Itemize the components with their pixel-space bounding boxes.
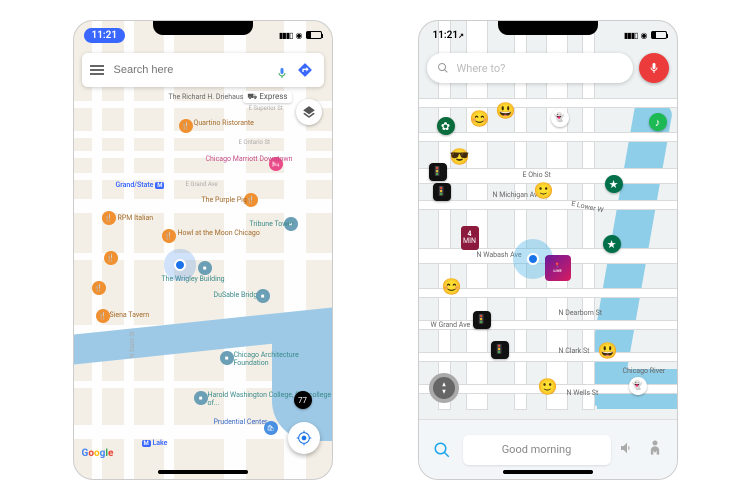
poi-food-generic-1[interactable] — [104, 251, 118, 265]
wazer-icon[interactable]: 😊 — [471, 109, 489, 127]
wazer-icon-5[interactable]: 😊 — [443, 277, 461, 295]
poi-howl-label: Howl at the Moon Chicago — [178, 229, 260, 237]
spotify-button[interactable]: ♪ — [649, 113, 667, 131]
street-n-dearborn: N Dearborn St — [559, 309, 603, 317]
status-time: 11:21↗ — [429, 28, 468, 43]
speed-badge: 4 MIN — [461, 226, 479, 250]
hazard-icon-3[interactable]: 🚦 — [473, 311, 491, 329]
compass-button[interactable] — [429, 373, 459, 403]
express-chip[interactable]: Express — [243, 91, 291, 103]
google-maps-phone: The Richard H. Driehaus Museum Quartino … — [73, 20, 333, 480]
poi-food-generic-2[interactable] — [92, 281, 106, 295]
user-location-dot — [174, 259, 186, 271]
search-icon — [437, 62, 449, 74]
transit-grand-state[interactable]: Grand/State M — [116, 181, 165, 189]
street-n-wells: N Wells St — [567, 389, 599, 397]
mic-icon[interactable] — [276, 64, 288, 76]
layers-button[interactable] — [296, 99, 322, 125]
status-bar: 11:21 — [74, 21, 332, 49]
poi-quartino-pin[interactable] — [179, 119, 193, 133]
transit-lake[interactable]: M Lake — [142, 439, 168, 447]
street-n-state: N State St — [128, 331, 135, 358]
poi-marriott-label: Chicago Marriott Downtown — [206, 155, 293, 163]
street-w-grand: W Grand Ave — [431, 321, 471, 329]
notch — [153, 21, 253, 35]
wazer-icon-8[interactable]: 👻 — [629, 377, 647, 395]
recenter-button[interactable] — [288, 422, 320, 454]
poi-starbucks-icon-2[interactable]: ★ — [603, 235, 621, 253]
poi-wholefoods-icon[interactable]: ✿ — [437, 117, 455, 135]
poi-tribune-label: Tribune Tower — [250, 220, 294, 228]
search-button[interactable] — [429, 437, 455, 463]
poi-starbucks-icon-1[interactable]: ★ — [605, 175, 623, 193]
poi-rpm-pin[interactable] — [102, 211, 116, 225]
street-e-grand: E Grand Ave — [186, 181, 218, 188]
poi-howl-pin[interactable] — [162, 229, 176, 243]
waze-phone: E Ohio St N Michigan Ave E Lower W N Wab… — [418, 20, 678, 480]
street-e-ohio: E Ohio St — [523, 171, 551, 179]
poi-prudential-label: Prudential Center — [214, 418, 268, 426]
directions-icon[interactable] — [294, 59, 316, 81]
wazer-icon-2[interactable]: 👻 — [551, 109, 569, 127]
wazer-icon-3[interactable]: 😎 — [451, 147, 469, 165]
menu-icon[interactable] — [90, 65, 104, 75]
poi-dusable-pin[interactable] — [256, 289, 270, 303]
signal-icon — [279, 30, 293, 41]
poi-caf-label: Chicago Architecture Foundation — [234, 351, 332, 367]
status-bar: 11:21↗ — [419, 21, 677, 49]
poi-quartino-label: Quartino Ristorante — [194, 119, 254, 127]
poi-wrigley-pin[interactable] — [198, 261, 212, 275]
notch — [498, 21, 598, 35]
status-time: 11:21 — [84, 28, 126, 43]
poi-dusable-label: DuSable Bridge — [214, 291, 262, 299]
poi-siena-pin[interactable] — [96, 309, 110, 323]
sound-icon[interactable] — [619, 440, 637, 460]
poi-circle-pin[interactable]: 77 — [294, 391, 312, 409]
search-bar[interactable]: Where to? — [427, 53, 633, 83]
street-e-superior: E Superior St — [249, 105, 283, 112]
hazard-icon-4[interactable]: 🚦 — [491, 341, 509, 359]
poi-caf-pin[interactable] — [220, 351, 234, 365]
hazard-icon-2[interactable]: 🚦 — [433, 183, 451, 201]
river-chicago-label: Chicago River — [623, 367, 666, 375]
battery-icon — [306, 31, 322, 39]
search-input[interactable] — [114, 64, 276, 76]
hazard-icon-1[interactable]: 🚦 — [429, 163, 447, 181]
wazer-mood-icon[interactable]: 😃 — [497, 101, 515, 119]
poi-purple-pig-label: The Purple Pig — [202, 196, 247, 204]
google-logo: Google — [82, 448, 114, 459]
street-n-clark: N Clark St — [559, 347, 590, 355]
wifi-icon — [641, 30, 648, 41]
poi-wrigley-label: The Wrigley Building — [162, 275, 225, 283]
wazer-icon-4[interactable]: 🙂 — [535, 181, 553, 199]
carpool-icon[interactable] — [645, 436, 667, 464]
wazer-icon-6[interactable]: 😃 — [599, 341, 617, 359]
poi-rpm-label: RPM Italian — [118, 214, 154, 222]
signal-icon — [624, 30, 638, 41]
home-indicator[interactable] — [158, 470, 248, 474]
live-event-icon[interactable]: 📍LIVE — [545, 255, 571, 281]
street-e-ontario: E Ontario St — [239, 139, 271, 146]
search-bar[interactable] — [82, 53, 324, 87]
wifi-icon — [296, 30, 303, 41]
map-canvas[interactable] — [74, 21, 332, 479]
poi-harold-label: Harold Washington College, City college … — [208, 391, 332, 407]
battery-icon — [651, 31, 667, 39]
greeting-label[interactable]: Good morning — [463, 435, 611, 465]
voice-button[interactable] — [639, 53, 669, 83]
home-indicator[interactable] — [503, 470, 593, 474]
poi-siena-label: Siena Tavern — [110, 311, 150, 319]
wazer-icon-7[interactable]: 🙂 — [539, 377, 557, 395]
poi-harold-pin[interactable] — [194, 391, 208, 405]
search-placeholder: Where to? — [457, 62, 506, 75]
